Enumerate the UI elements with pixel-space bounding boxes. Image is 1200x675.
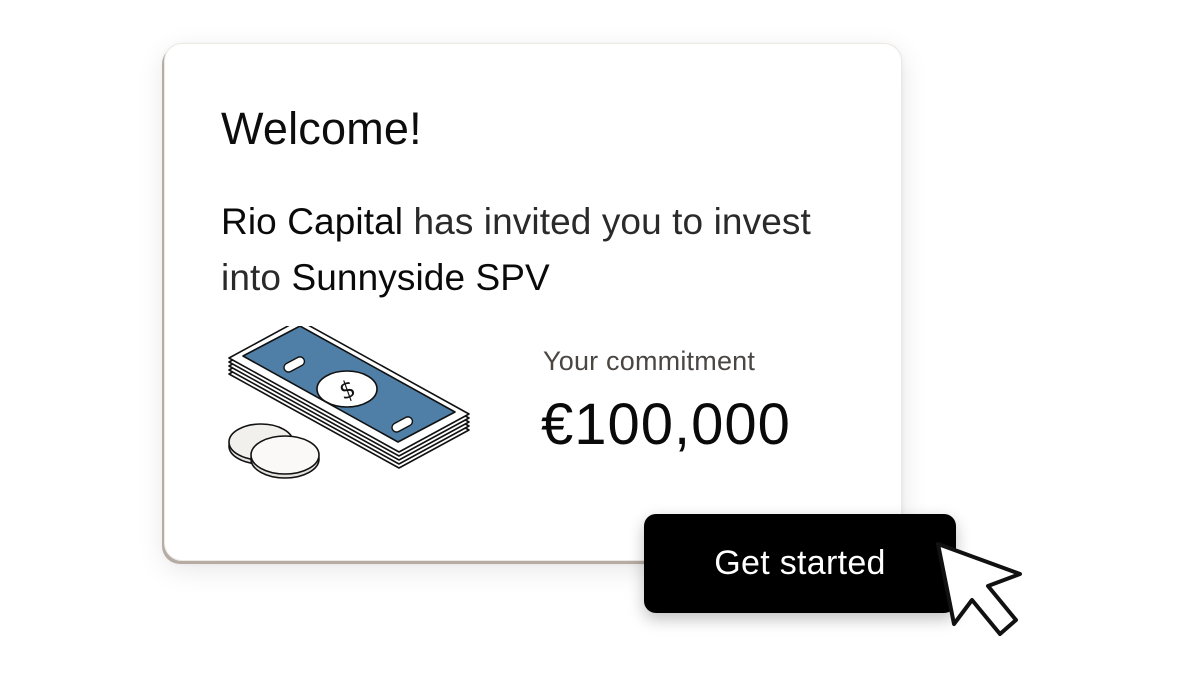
deal-name: Sunnyside SPV — [291, 257, 550, 298]
pointer-cursor-icon — [936, 542, 1022, 636]
welcome-title: Welcome! — [221, 103, 422, 154]
welcome-card: Welcome! Rio Capital has invited you to … — [164, 43, 902, 561]
get-started-button[interactable]: Get started — [644, 514, 956, 613]
invite-message: Rio Capital has invited you to invest in… — [221, 194, 841, 306]
sponsor-name: Rio Capital — [221, 201, 404, 242]
commitment-label: Your commitment — [543, 346, 756, 376]
commitment-amount: €100,000 — [541, 392, 791, 457]
stage: Welcome! Rio Capital has invited you to … — [0, 0, 1200, 675]
cash-and-coins-icon: $ — [228, 326, 470, 479]
